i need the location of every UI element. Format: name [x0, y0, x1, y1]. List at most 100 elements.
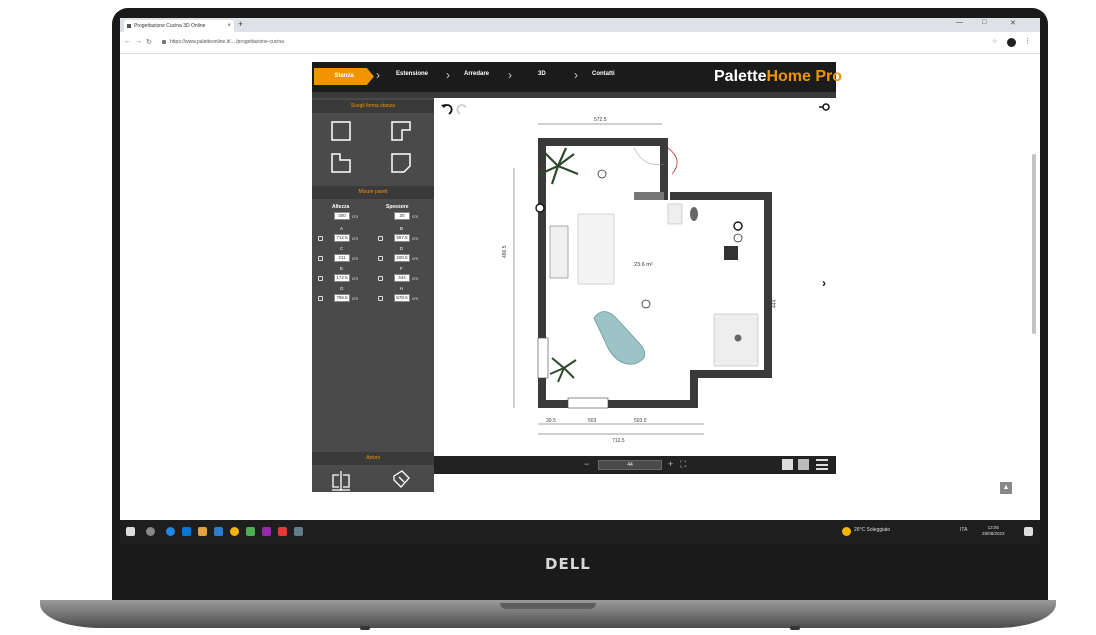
sofa[interactable] [549, 225, 569, 279]
door-bottom[interactable] [567, 397, 609, 409]
new-tab-button[interactable]: + [238, 19, 243, 29]
step-stanza[interactable]: Stanza [314, 68, 374, 85]
fit-view-icon[interactable]: ⛶ [680, 459, 686, 470]
app-icon[interactable] [294, 527, 303, 536]
light-icon[interactable] [733, 233, 743, 243]
lock-icon[interactable] [378, 236, 383, 241]
height-label: Altezza [332, 204, 350, 210]
shapes-section-title: Scegli forma stanza [312, 100, 434, 113]
wall-field[interactable]: 712.5 [334, 234, 350, 242]
wall-field[interactable]: 211 [334, 254, 350, 262]
wall-b[interactable] [660, 138, 668, 200]
edge-icon[interactable] [166, 527, 175, 536]
profile-avatar[interactable] [1007, 38, 1016, 47]
back-icon[interactable]: ← [124, 38, 131, 45]
cabinet[interactable] [724, 246, 738, 260]
rug[interactable] [577, 213, 615, 285]
plan-view-icon[interactable] [782, 459, 793, 470]
lock-icon[interactable] [318, 236, 323, 241]
palette-app: Stanza › Estensione › Arredare › 3D › Co… [312, 62, 842, 492]
search-icon[interactable] [146, 527, 155, 536]
lock-icon[interactable] [378, 256, 383, 261]
start-icon[interactable] [126, 527, 135, 536]
app-icon[interactable] [262, 527, 271, 536]
plant-icon[interactable] [549, 357, 577, 383]
page-scrollbar[interactable] [1032, 154, 1036, 334]
step-3d[interactable]: 3D [538, 71, 546, 77]
undo-redo-icons[interactable] [440, 102, 474, 116]
app-icon[interactable] [246, 527, 255, 536]
rotate-room-icon[interactable] [390, 468, 412, 490]
reload-icon[interactable]: ↻ [146, 38, 152, 46]
zoom-slider[interactable]: 44 [598, 460, 662, 470]
chevron-right-icon: › [508, 68, 512, 82]
address-bar[interactable]: https://www.paletteonline.it/..../proget… [160, 37, 980, 48]
wall-a[interactable] [538, 138, 666, 146]
close-window-icon[interactable]: ✕ [1010, 19, 1016, 27]
sink[interactable] [667, 203, 683, 225]
step-arredare[interactable]: Arredare [464, 71, 489, 77]
zoom-out-button[interactable]: − [584, 459, 589, 469]
lock-icon[interactable] [318, 296, 323, 301]
window-left[interactable] [537, 337, 549, 379]
dim-left-text: 486.5 [502, 245, 508, 258]
explorer-icon[interactable] [198, 527, 207, 536]
wall-g[interactable] [538, 400, 698, 408]
height-field[interactable]: 300 [334, 212, 350, 220]
app-icon[interactable] [278, 527, 287, 536]
toilet-icon[interactable] [690, 207, 698, 221]
browser-tab[interactable]: Progettazione Cucina 3D Online × [124, 20, 234, 32]
step-estensione[interactable]: Estensione [396, 71, 428, 77]
weather-icon[interactable] [842, 527, 851, 536]
next-step-arrow[interactable]: › [822, 276, 826, 290]
bathtub[interactable] [593, 311, 646, 365]
mirror-room-icon[interactable] [330, 470, 352, 492]
word-icon[interactable] [214, 527, 223, 536]
room-shape-notch-icon[interactable] [390, 120, 412, 142]
outlook-icon[interactable] [182, 527, 191, 536]
more-menu-icon[interactable]: ⋮ [1024, 37, 1031, 45]
outlet-icon[interactable] [733, 221, 743, 231]
tab-title: Progettazione Cucina 3D Online [134, 23, 206, 29]
dim-bottom-left-text: 30.5 [546, 418, 556, 424]
language-indicator[interactable]: ITA [960, 527, 967, 533]
wall-field[interactable]: 200.5 [394, 254, 410, 262]
lock-icon[interactable] [378, 296, 383, 301]
forward-icon[interactable]: → [135, 38, 142, 45]
maximize-icon[interactable]: □ [982, 19, 986, 26]
lock-icon[interactable] [378, 276, 383, 281]
light-icon[interactable] [597, 169, 607, 179]
wall-field[interactable]: 567.5 [394, 234, 410, 242]
thickness-field[interactable]: 20 [394, 212, 410, 220]
wall-field[interactable]: 172.5 [334, 274, 350, 282]
bookmark-star-icon[interactable]: ☆ [992, 38, 997, 45]
wall-field[interactable]: 578.5 [394, 294, 410, 302]
window[interactable] [634, 192, 664, 200]
floorplan-canvas[interactable]: 572.5 486.5 444 30.5 503 503.5 712.5 23.… [434, 98, 836, 456]
room-sidebar: Scegli forma stanza Misure pareti Altezz… [312, 98, 434, 492]
light-icon[interactable] [641, 299, 651, 309]
outlet-icon[interactable] [535, 203, 545, 213]
lock-icon[interactable] [318, 276, 323, 281]
room-shape-angled-icon[interactable] [390, 152, 412, 174]
minimize-icon[interactable]: — [956, 19, 963, 26]
lock-icon[interactable] [318, 256, 323, 261]
grid-view-icon[interactable] [798, 459, 809, 470]
menu-icon[interactable] [816, 459, 828, 470]
wall-c[interactable] [670, 192, 772, 200]
wall-field[interactable]: 756.5 [334, 294, 350, 302]
scroll-to-top-button[interactable]: ▲ [1000, 482, 1012, 494]
notifications-icon[interactable] [1024, 527, 1033, 536]
wall-field[interactable]: 444 [394, 274, 410, 282]
step-contatti[interactable]: Contatti [592, 71, 615, 77]
room-shape-l-icon[interactable] [330, 152, 352, 174]
wall-e[interactable] [690, 370, 772, 378]
wall-d[interactable] [764, 192, 772, 378]
close-tab-icon[interactable]: × [227, 20, 231, 32]
zoom-in-button[interactable]: + [668, 459, 673, 469]
chrome-icon[interactable] [230, 527, 239, 536]
weather-text[interactable]: 26°C Soleggiato [854, 527, 890, 533]
room-shape-square-icon[interactable] [330, 120, 352, 142]
clock[interactable]: 13:05 28/08/2023 [982, 525, 1005, 537]
key-icon[interactable] [818, 102, 830, 112]
